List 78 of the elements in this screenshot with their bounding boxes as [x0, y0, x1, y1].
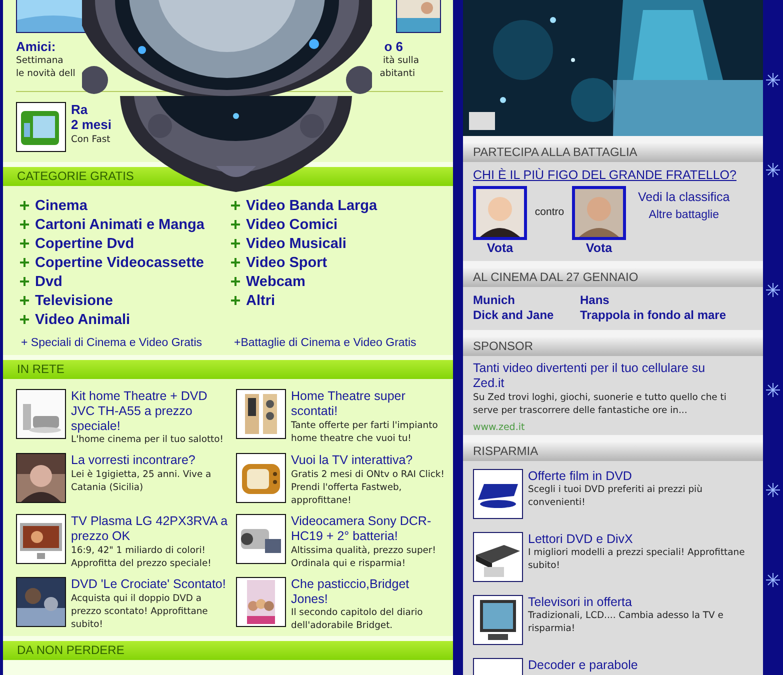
- section-header: AL CINEMA DAL 27 GENNAIO: [463, 268, 763, 287]
- offer-text: Scegli i tuoi DVD preferiti ai prezzi più convenienti!: [528, 483, 704, 510]
- section-header: RISPARMIA: [463, 442, 763, 460]
- plus-icon: [20, 315, 29, 324]
- plus-icon: [231, 277, 240, 286]
- offer-title[interactable]: Kit home Theatre + DVD JVC TH-A55 a prezzo speciale!: [71, 389, 233, 434]
- offer-text: Lei è 1gigietta, 25 anni. Vive a Catania (Sicilia): [71, 468, 212, 494]
- category-link[interactable]: Televisione: [35, 292, 113, 308]
- promo-title[interactable]: 2 mesi: [71, 117, 112, 133]
- offer-title[interactable]: TV Plasma LG 42PX3RVA a prezzo OK: [71, 514, 233, 544]
- offer-text: I migliori modelli a prezzi speciali! Approfittane subito!: [528, 546, 746, 572]
- offer-title[interactable]: Televisori in offerta: [528, 594, 758, 610]
- plus-icon: [231, 239, 240, 248]
- offer-title[interactable]: Che pasticcio,Bridget Jones!: [291, 576, 447, 606]
- plus-icon: [20, 239, 29, 248]
- category-link[interactable]: Video Animali: [35, 312, 130, 328]
- category-link[interactable]: Copertine Videocassette: [35, 254, 204, 270]
- offer-text: Acquista qui il doppio DVD a prezzo scontato! Approfittane subito!: [71, 592, 209, 630]
- footer-link[interactable]: +Battaglie di Cinema e Video Gratis: [234, 337, 453, 349]
- category-link[interactable]: Cartoni Animati e Manga: [35, 216, 204, 232]
- plus-icon: [20, 258, 29, 267]
- offer-text: Altissima qualità, prezzo super! Ordinala qui e risparmia!: [291, 544, 437, 570]
- category-link[interactable]: Altri: [246, 292, 275, 308]
- category-link[interactable]: Dvd: [35, 274, 62, 290]
- versus-label: contro: [534, 206, 566, 218]
- offer-text: Il secondo capitolo del diario dell'adorabile Bridget.: [291, 606, 424, 632]
- sponsor-title[interactable]: Tanti video divertenti per il tuo cellulare su Zed.it: [473, 361, 713, 390]
- vote-link[interactable]: Vota: [486, 241, 514, 255]
- offer-title[interactable]: Home Theatre super scontati!: [291, 389, 447, 418]
- battles-link[interactable]: Altre battaglie: [648, 208, 720, 222]
- offer-text: Gratis 2 mesi di ONtv o RAI Click! Prendi l'offerta Fastweb, approfittane!: [291, 468, 446, 507]
- offer-text: Tante offerte per farti l'impianto home theatre che vuoi tu!: [291, 418, 439, 444]
- film-link[interactable]: Hans: [580, 293, 763, 308]
- footer-link[interactable]: + Speciali di Cinema e Video Gratis: [21, 337, 234, 349]
- plus-icon: [231, 258, 240, 267]
- film-link[interactable]: Munich: [473, 293, 580, 308]
- offer-title[interactable]: Decoder e parabole: [528, 658, 758, 672]
- offer-text: Tradizionali, LCD.... Cambia adesso la TV e risparmia!: [528, 609, 724, 636]
- category-link[interactable]: Video Banda Larga: [246, 198, 378, 214]
- article-text: abitanti: [380, 67, 415, 80]
- category-link[interactable]: Copertine Dvd: [35, 236, 134, 252]
- vote-link[interactable]: Vota: [586, 241, 612, 255]
- category-link[interactable]: Video Sport: [246, 254, 328, 270]
- article-text: le novità dell: [16, 67, 76, 80]
- sponsor-text: Su Zed trovi loghi, giochi, suonerie e tutto quello che ti serve per trascorrere delle fantastiche ore in...: [473, 390, 728, 416]
- plus-icon: [20, 296, 29, 305]
- offer-title[interactable]: Vuoi la TV interattiva?: [291, 453, 447, 468]
- offer-title[interactable]: Offerte film in DVD: [528, 468, 758, 484]
- category-link[interactable]: Video Comici: [246, 216, 338, 232]
- category-link[interactable]: Cinema: [35, 198, 88, 214]
- film-link[interactable]: Dick and Jane: [473, 308, 580, 323]
- section-header: SPONSOR: [463, 337, 763, 356]
- promo-title[interactable]: Ra: [71, 102, 88, 118]
- battle-link[interactable]: CHI È IL PIÙ FIGO DEL GRANDE FRATELLO?: [463, 162, 763, 182]
- category-link[interactable]: Video Musicali: [246, 236, 346, 252]
- offer-title[interactable]: Videocamera Sony DCR-HC19 + 2° batteria!: [291, 514, 447, 544]
- article-text: Settimana: [16, 54, 64, 68]
- plus-icon: [20, 277, 29, 286]
- ranking-link[interactable]: Vedi la classifica: [638, 190, 730, 205]
- section-header: DA NON PERDERE: [3, 641, 453, 660]
- article-title[interactable]: Amici:: [16, 39, 56, 54]
- plus-icon: [231, 220, 240, 229]
- offer-title[interactable]: La vorresti incontrare?: [71, 453, 233, 468]
- section-header: PARTECIPA ALLA BATTAGLIA: [463, 143, 763, 162]
- promo-text: Con Fast: [71, 132, 110, 146]
- article-text: ità sulla: [382, 54, 419, 68]
- plus-icon: [20, 201, 29, 210]
- plus-icon: [231, 201, 240, 210]
- offer-text: L'home cinema per il tuo salotto!: [71, 433, 224, 446]
- film-link[interactable]: Trappola in fondo al mare: [580, 308, 763, 323]
- offer-text: 16:9, 42" 1 miliardo di colori! Approfitta del prezzo speciale!: [71, 544, 212, 570]
- plus-icon: [231, 296, 240, 305]
- offer-title[interactable]: DVD 'Le Crociate' Scontato!: [71, 576, 233, 592]
- offer-title[interactable]: Lettori DVD e DivX: [528, 532, 758, 546]
- article-title[interactable]: o 6: [384, 39, 403, 54]
- category-link[interactable]: Webcam: [246, 274, 306, 290]
- plus-icon: [20, 220, 29, 229]
- section-header: IN RETE: [3, 360, 453, 379]
